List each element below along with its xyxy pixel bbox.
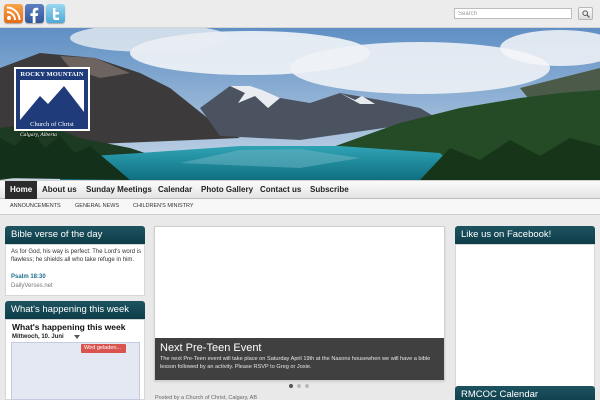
slider-title: Next Pre-Teen Event [160, 342, 262, 354]
slider-caption[interactable]: Next Pre-Teen Event The next Pre-Teen ev… [155, 338, 444, 380]
main-nav: Home About us Sunday Meetings Calendar P… [0, 180, 600, 199]
calendar-event[interactable]: Wird geladen... [81, 344, 126, 353]
nav-home[interactable]: Home [5, 181, 38, 199]
bible-verse-reference[interactable]: Psalm 18:30 [11, 274, 46, 280]
slider-dot-2[interactable] [297, 384, 301, 388]
facebook-icon[interactable] [25, 4, 44, 23]
search-icon [582, 10, 590, 18]
happening-heading: What's happening this week [12, 322, 126, 332]
bible-verse-source[interactable]: DailyVerses.net [11, 283, 53, 289]
church-logo[interactable]: ROCKY MOUNTAIN Church of Christ [14, 67, 90, 131]
header-banner: ROCKY MOUNTAIN Church of Christ Calgary,… [0, 28, 600, 180]
slider-dot-3[interactable] [305, 384, 309, 388]
nav-about-us[interactable]: About us [37, 181, 82, 199]
bible-verse-text: As for God, his way is perfect: The Lord… [11, 249, 142, 263]
bible-widget-title: Bible verse of the day [5, 226, 145, 244]
subnav-childrens-ministry[interactable]: CHILDREN'S MINISTRY [133, 199, 194, 214]
mountain-lake-photo [0, 28, 600, 180]
subnav-announcements[interactable]: ANNOUNCEMENTS [10, 199, 61, 214]
nav-photo-gallery[interactable]: Photo Gallery [196, 181, 258, 199]
slider-text: The next Pre-Teen event will take place … [160, 356, 431, 370]
nav-subscribe[interactable]: Subscribe [305, 181, 354, 199]
nav-sunday-meetings[interactable]: Sunday Meetings [81, 181, 157, 199]
top-bar [0, 0, 600, 28]
logo-city: Calgary, Alberta [20, 132, 57, 138]
logo-mountain-mark [20, 80, 84, 120]
rss-icon[interactable] [4, 4, 23, 23]
chevron-down-icon[interactable] [74, 335, 80, 339]
slider-dot-1[interactable] [289, 384, 293, 388]
search-button[interactable] [578, 7, 593, 20]
calendar-widget-title: RMCOC Calendar [455, 386, 595, 400]
logo-name-line2: Church of Christ [30, 121, 74, 128]
facebook-widget [455, 244, 595, 388]
search-input[interactable] [454, 8, 572, 19]
sub-nav: ANNOUNCEMENTS GENERAL NEWS CHILDREN'S MI… [0, 199, 600, 215]
logo-name-line1: ROCKY MOUNTAIN [20, 71, 84, 78]
nav-contact-us[interactable]: Contact us [255, 181, 306, 199]
nav-calendar[interactable]: Calendar [153, 181, 197, 199]
calendar-date: Mittwoch, 10. Juni [12, 334, 64, 340]
post-meta: Posted by a Church of Christ, Calgary, A… [155, 395, 257, 400]
happening-widget-title: What's happening this week [5, 301, 145, 319]
subnav-general-news[interactable]: GENERAL NEWS [75, 199, 119, 214]
twitter-icon[interactable] [46, 4, 65, 23]
facebook-widget-title: Like us on Facebook! [455, 226, 595, 244]
